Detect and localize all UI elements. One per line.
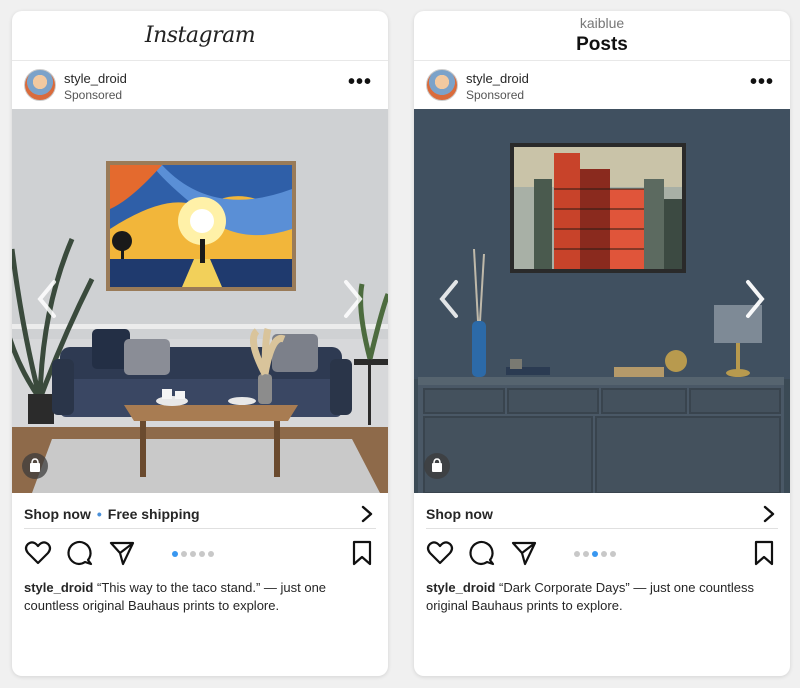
page-title: Posts	[576, 34, 628, 55]
action-bar	[12, 539, 388, 569]
account-name: kaiblue	[579, 15, 625, 31]
divider	[24, 528, 376, 529]
chevron-right-icon[interactable]	[338, 274, 368, 324]
post-header: style_droid Sponsored •••	[414, 63, 790, 107]
carousel-dots	[574, 551, 619, 557]
caption-username[interactable]: style_droid	[24, 580, 93, 595]
carousel-dot	[592, 551, 598, 557]
shop-now-label[interactable]: Shop now	[426, 506, 493, 522]
carousel-dot	[181, 551, 187, 557]
carousel-dot	[610, 551, 616, 557]
comment-icon[interactable]	[468, 539, 496, 567]
comment-icon[interactable]	[66, 539, 94, 567]
top-bar: kaiblue Posts	[414, 11, 790, 61]
post-card: kaiblue Posts style_droid Sponsored •••	[414, 11, 790, 676]
chevron-right-icon[interactable]	[360, 505, 374, 523]
shop-text: Shop now • Free shipping	[24, 506, 200, 522]
avatar[interactable]	[24, 69, 56, 101]
shopping-bag-icon[interactable]	[424, 453, 450, 479]
avatar[interactable]	[426, 69, 458, 101]
caption: style_droid “Dark Corporate Days” — just…	[426, 579, 778, 615]
top-bar: Instagram	[12, 11, 388, 61]
action-bar	[414, 539, 790, 569]
living-room-photo	[12, 109, 388, 493]
post-card: Instagram style_droid Sponsored ••• Shop…	[12, 11, 388, 676]
username[interactable]: style_droid	[466, 71, 529, 86]
post-image[interactable]	[414, 109, 790, 493]
chevron-left-icon[interactable]	[32, 274, 62, 324]
carousel-dot	[601, 551, 607, 557]
bookmark-icon[interactable]	[750, 539, 778, 567]
shop-now-label[interactable]: Shop now	[24, 506, 91, 522]
free-shipping-label: Free shipping	[107, 506, 200, 522]
carousel-dot	[172, 551, 178, 557]
username[interactable]: style_droid	[64, 71, 127, 86]
carousel-dots	[172, 551, 217, 557]
dot-separator: •	[96, 506, 102, 522]
share-icon[interactable]	[510, 539, 538, 567]
carousel-dot	[574, 551, 580, 557]
share-icon[interactable]	[108, 539, 136, 567]
carousel-dot	[583, 551, 589, 557]
more-options-icon[interactable]: •••	[750, 71, 774, 94]
post-header: style_droid Sponsored •••	[12, 63, 388, 107]
instagram-logo: Instagram	[144, 23, 256, 48]
sponsored-label: Sponsored	[64, 88, 123, 102]
carousel-dot	[208, 551, 214, 557]
sponsored-label: Sponsored	[466, 88, 525, 102]
bookmark-icon[interactable]	[348, 539, 376, 567]
post-image[interactable]	[12, 109, 388, 493]
chevron-right-icon[interactable]	[740, 274, 770, 324]
chevron-right-icon[interactable]	[762, 505, 776, 523]
carousel-dot	[199, 551, 205, 557]
dark-interior-photo	[414, 109, 790, 493]
more-options-icon[interactable]: •••	[348, 71, 372, 94]
heart-icon[interactable]	[426, 539, 454, 567]
heart-icon[interactable]	[24, 539, 52, 567]
chevron-left-icon[interactable]	[434, 274, 464, 324]
caption: style_droid “This way to the taco stand.…	[24, 579, 376, 615]
caption-username[interactable]: style_droid	[426, 580, 495, 595]
divider	[426, 528, 778, 529]
shopping-bag-icon[interactable]	[22, 453, 48, 479]
carousel-dot	[190, 551, 196, 557]
